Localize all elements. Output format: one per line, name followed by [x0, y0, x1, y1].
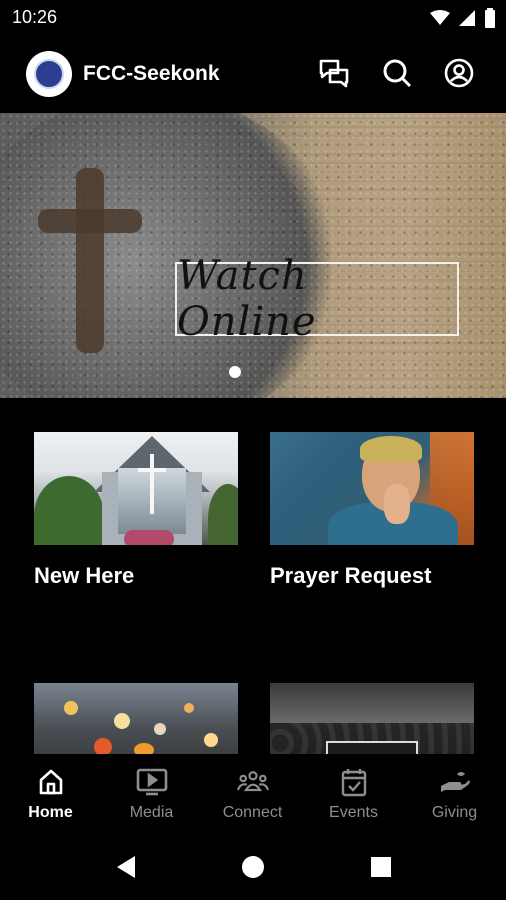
recents-icon[interactable] [366, 852, 396, 882]
card-label: New Here [34, 563, 135, 588]
nav-home[interactable]: Home [0, 754, 101, 832]
nav-label: Events [329, 804, 378, 821]
back-icon[interactable] [110, 852, 140, 882]
church-logo[interactable] [26, 51, 72, 97]
home-icon [35, 766, 67, 798]
card-thumbnail [34, 432, 238, 545]
hero-banner[interactable]: Watch Online [0, 113, 506, 398]
signal-icon [458, 9, 476, 32]
wifi-icon [430, 10, 450, 31]
status-icons [430, 8, 496, 33]
search-icon[interactable] [381, 57, 413, 89]
connect-icon [236, 766, 269, 798]
giving-icon [439, 766, 471, 798]
home-circle-icon[interactable] [238, 852, 268, 882]
chat-icon[interactable] [318, 57, 350, 89]
events-icon [338, 766, 370, 798]
app-header: FCC-Seekonk [0, 36, 506, 112]
nav-connect[interactable]: Connect [202, 754, 303, 832]
battery-icon [484, 8, 496, 33]
card-thumbnail [270, 432, 474, 545]
nav-label: Giving [431, 804, 478, 821]
card-label: Prayer Request [270, 563, 432, 588]
hero-caption-text: Watch Online [177, 253, 317, 345]
status-time: 10:26 [12, 7, 58, 27]
nav-label: Media [129, 804, 174, 821]
card-new-here[interactable]: New Here [34, 432, 238, 589]
nav-giving[interactable]: Giving [404, 754, 505, 832]
account-icon[interactable] [443, 57, 475, 89]
status-bar: 10:26 [0, 0, 506, 36]
card-prayer-request[interactable]: Prayer Request [270, 432, 474, 589]
nav-label: Connect [222, 804, 283, 821]
nav-label: Home [28, 804, 73, 821]
nav-media[interactable]: Media [101, 754, 202, 832]
system-nav [0, 832, 506, 900]
carousel-dot-active[interactable] [229, 366, 241, 378]
bottom-nav: Home Media Connect Events Giving [0, 754, 506, 832]
hero-caption: Watch Online [175, 253, 459, 345]
ash-cross [76, 168, 104, 353]
media-icon [136, 766, 168, 798]
app-title: FCC-Seekonk [83, 62, 220, 85]
nav-events[interactable]: Events [303, 754, 404, 832]
